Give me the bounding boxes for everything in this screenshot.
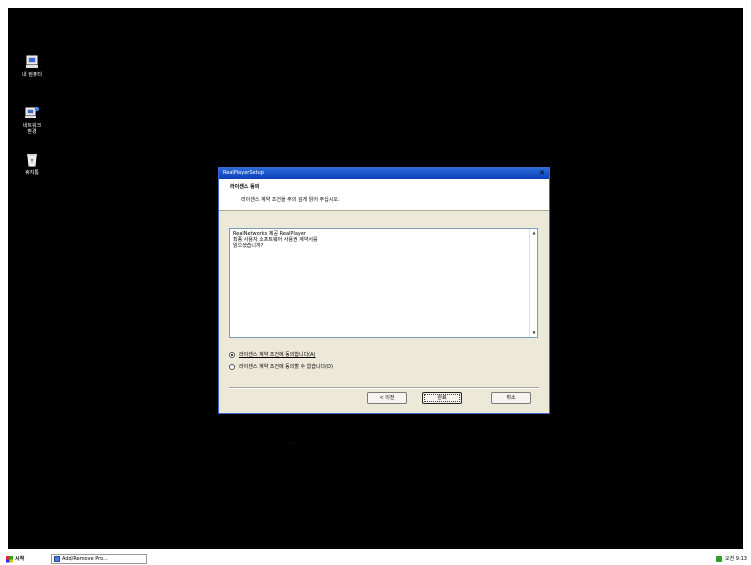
- add-remove-programs-icon: [54, 556, 60, 562]
- dialog-titlebar[interactable]: RealPlayerSetup ✕: [219, 168, 549, 179]
- desktop-icon-my-computer[interactable]: 내 컴퓨터: [12, 54, 52, 78]
- button-separator: [229, 387, 539, 389]
- desktop-icon-recycle-bin[interactable]: 휴지통: [12, 152, 52, 176]
- windows-flag-icon: [6, 555, 13, 563]
- license-text: RealNetworks 제공 RealPlayer 최종 사용자 소프트웨어 …: [233, 231, 318, 249]
- dialog-header: 라이센스 동의 라이센스 계약 조건을 주의 깊게 읽어 주십시오.: [219, 179, 549, 211]
- start-label: 시작: [15, 556, 25, 562]
- network-icon: [24, 105, 40, 121]
- scroll-up-arrow-icon[interactable]: ▲: [530, 229, 538, 237]
- desktop-icon-label: 내 컴퓨터: [22, 72, 42, 78]
- decline-radio-option[interactable]: 라이센스 계약 조건에 동의할 수 없습니다(D): [229, 363, 333, 370]
- background-text: ........: [286, 440, 297, 445]
- setup-dialog: RealPlayerSetup ✕ 라이센스 동의 라이센스 계약 조건을 주의…: [218, 167, 550, 414]
- accept-radio[interactable]: [229, 351, 235, 358]
- desktop-icon-label: 휴지통: [25, 170, 39, 176]
- recycle-bin-icon: [24, 152, 40, 168]
- cancel-button[interactable]: 취소: [491, 392, 531, 404]
- my-computer-icon: [24, 54, 40, 70]
- taskbar-item-add-remove[interactable]: Add/Remove Pro...: [51, 554, 147, 564]
- decline-radio[interactable]: [229, 363, 235, 370]
- close-button[interactable]: ✕: [538, 169, 546, 177]
- license-text-box[interactable]: RealNetworks 제공 RealPlayer 최종 사용자 소프트웨어 …: [229, 228, 538, 338]
- start-button[interactable]: 시작: [6, 554, 24, 564]
- scroll-down-arrow-icon[interactable]: ▼: [530, 329, 538, 337]
- close-icon: ✕: [539, 169, 545, 177]
- desktop-icon-label: 네트워크 환경: [22, 123, 42, 135]
- tray-status-icon[interactable]: [715, 556, 722, 562]
- taskbar-item-label: Add/Remove Pro...: [62, 556, 108, 562]
- screen: 내 컴퓨터 네트워크 환경 휴지통 ........ RealPlayerSet…: [0, 0, 751, 565]
- license-scrollbar[interactable]: ▲ ▼: [529, 229, 537, 337]
- finish-button[interactable]: 완료: [422, 392, 462, 404]
- dialog-title: RealPlayerSetup: [223, 170, 264, 176]
- clock: 오전 9:13: [724, 556, 747, 562]
- desktop-icon-network[interactable]: 네트워크 환경: [12, 105, 52, 135]
- decline-radio-label: 라이센스 계약 조건에 동의할 수 없습니다(D): [239, 364, 333, 370]
- accept-radio-option[interactable]: 라이센스 계약 조건에 동의합니다(A): [229, 351, 316, 358]
- taskbar: 시작 Add/Remove Pro... 오전 9:13: [0, 553, 751, 565]
- system-tray: 오전 9:13: [715, 554, 747, 564]
- header-title: 라이센스 동의: [230, 184, 260, 190]
- back-button[interactable]: < 이전: [367, 392, 407, 404]
- header-subtitle: 라이센스 계약 조건을 주의 깊게 읽어 주십시오.: [241, 197, 340, 203]
- accept-radio-label: 라이센스 계약 조건에 동의합니다(A): [239, 352, 316, 358]
